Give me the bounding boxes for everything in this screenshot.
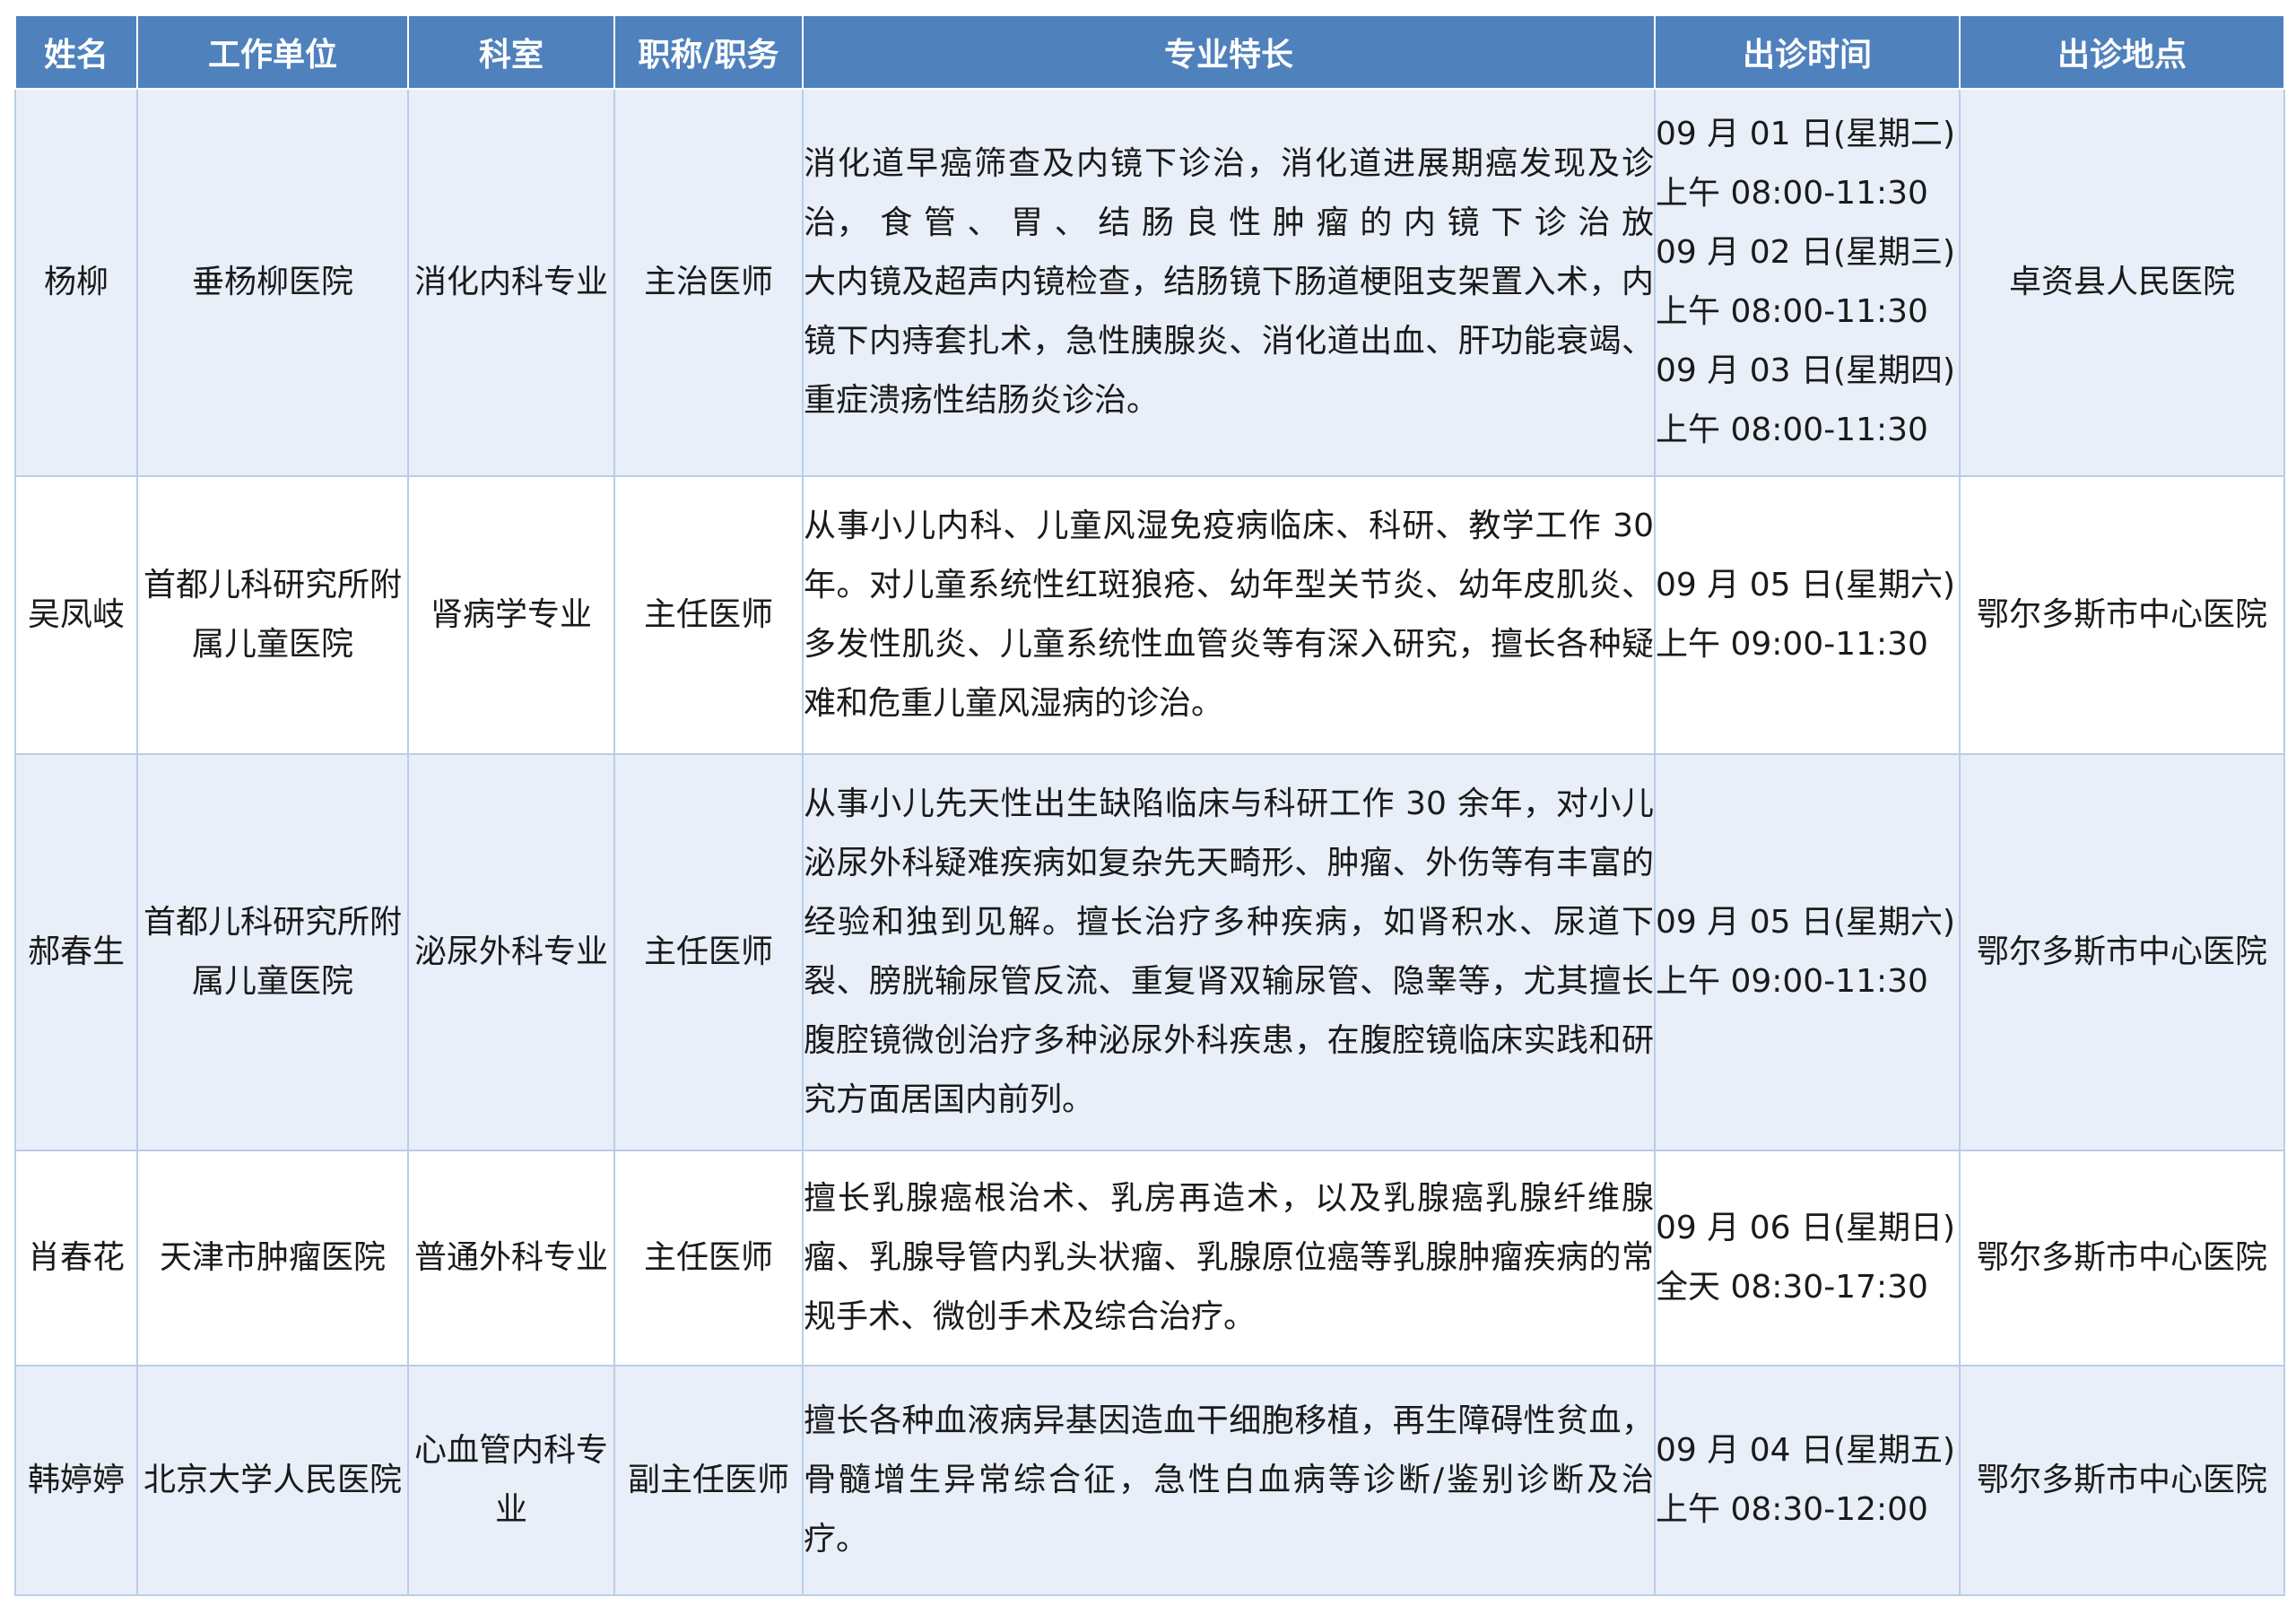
cell-dept: 普通外科专业 [407,1150,615,1367]
cell-dept: 泌尿外科专业 [407,753,615,1151]
cell-specialty: 从事小儿先天性出生缺陷临床与科研工作 30 余年，对小儿泌尿外科疑难疾病如复杂先… [802,753,1656,1151]
cell-unit: 首都儿科研究所附属儿童医院 [136,753,409,1151]
cell-unit: 垂杨柳医院 [136,88,409,477]
time-line: 上午 09:00-11:30 [1656,626,1928,663]
time-line: 09 月 02 日(星期三) [1656,234,1956,271]
cell-specialty: 消化道早癌筛查及内镜下诊治，消化道进展期癌发现及诊治， 食 管 、 胃 、 结 … [802,88,1656,477]
header-unit: 工作单位 [136,14,409,90]
header-time: 出诊时间 [1654,14,1961,90]
header-dept: 科室 [407,14,615,90]
cell-specialty: 擅长各种血液病异基因造血干细胞移植，再生障碍性贫血，骨髓增生异常综合征，急性白血… [802,1365,1656,1596]
cell-name: 吴凤岐 [14,475,138,755]
cell-name: 韩婷婷 [14,1365,138,1596]
table-row: 吴凤岐 首都儿科研究所附属儿童医院 肾病学专业 主任医师 从事小儿内科、儿童风湿… [14,475,2285,755]
cell-unit: 天津市肿瘤医院 [136,1150,409,1367]
time-line: 上午 09:00-11:30 [1656,963,1928,1000]
cell-dept: 肾病学专业 [407,475,615,755]
cell-dept: 心血管内科专业 [407,1365,615,1596]
cell-specialty: 擅长乳腺癌根治术、乳房再造术，以及乳腺癌乳腺纤维腺瘤、乳腺导管内乳头状瘤、乳腺原… [802,1150,1656,1367]
table-row: 韩婷婷 北京大学人民医院 心血管内科专业 副主任医师 擅长各种血液病异基因造血干… [14,1365,2285,1596]
cell-place: 鄂尔多斯市中心医院 [1959,1365,2285,1596]
cell-dept: 消化内科专业 [407,88,615,477]
time-line: 09 月 05 日(星期六) [1656,567,1956,603]
cell-name: 杨柳 [14,88,138,477]
cell-time: 09 月 04 日(星期五) 上午 08:30-12:00 [1654,1365,1961,1596]
header-specialty: 专业特长 [802,14,1656,90]
time-line: 09 月 06 日(星期日) [1656,1210,1956,1246]
cell-unit: 首都儿科研究所附属儿童医院 [136,475,409,755]
table-row: 肖春花 天津市肿瘤医院 普通外科专业 主任医师 擅长乳腺癌根治术、乳房再造术，以… [14,1150,2285,1367]
cell-name: 郝春生 [14,753,138,1151]
cell-title: 主任医师 [613,1150,804,1367]
table-row: 杨柳 垂杨柳医院 消化内科专业 主治医师 消化道早癌筛查及内镜下诊治，消化道进展… [14,88,2285,477]
time-line: 全天 08:30-17:30 [1656,1269,1928,1306]
cell-place: 鄂尔多斯市中心医院 [1959,1150,2285,1367]
cell-title: 副主任医师 [613,1365,804,1596]
time-line: 上午 08:00-11:30 [1656,175,1928,212]
cell-time: 09 月 01 日(星期二) 上午 08:00-11:30 09 月 02 日(… [1654,88,1961,477]
header-row: 姓名 工作单位 科室 职称/职务 专业特长 出诊时间 出诊地点 [14,14,2285,90]
cell-place: 鄂尔多斯市中心医院 [1959,475,2285,755]
cell-time: 09 月 05 日(星期六) 上午 09:00-11:30 [1654,475,1961,755]
header-title: 职称/职务 [613,14,804,90]
cell-name: 肖春花 [14,1150,138,1367]
cell-title: 主治医师 [613,88,804,477]
page: 姓名 工作单位 科室 职称/职务 专业特长 出诊时间 出诊地点 杨柳 垂杨柳医院… [0,0,2296,1623]
time-line: 09 月 05 日(星期六) [1656,904,1956,941]
time-line: 上午 08:00-11:30 [1656,293,1928,330]
cell-place: 卓资县人民医院 [1959,88,2285,477]
time-line: 09 月 03 日(星期四) [1656,352,1956,389]
cell-time: 09 月 05 日(星期六) 上午 09:00-11:30 [1654,753,1961,1151]
time-line: 上午 08:00-11:30 [1656,412,1928,448]
cell-place: 鄂尔多斯市中心医院 [1959,753,2285,1151]
time-line: 09 月 01 日(星期二) [1656,116,1956,152]
cell-unit: 北京大学人民医院 [136,1365,409,1596]
cell-specialty: 从事小儿内科、儿童风湿免疫病临床、科研、教学工作 30 年。对儿童系统性红斑狼疮… [802,475,1656,755]
cell-title: 主任医师 [613,753,804,1151]
header-name: 姓名 [14,14,138,90]
time-line: 上午 08:30-12:00 [1656,1491,1928,1528]
cell-title: 主任医师 [613,475,804,755]
table-row: 郝春生 首都儿科研究所附属儿童医院 泌尿外科专业 主任医师 从事小儿先天性出生缺… [14,753,2285,1151]
time-line: 09 月 04 日(星期五) [1656,1432,1956,1469]
cell-time: 09 月 06 日(星期日) 全天 08:30-17:30 [1654,1150,1961,1367]
header-place: 出诊地点 [1959,14,2285,90]
doctor-schedule-table: 姓名 工作单位 科室 职称/职务 专业特长 出诊时间 出诊地点 杨柳 垂杨柳医院… [14,14,2285,1596]
